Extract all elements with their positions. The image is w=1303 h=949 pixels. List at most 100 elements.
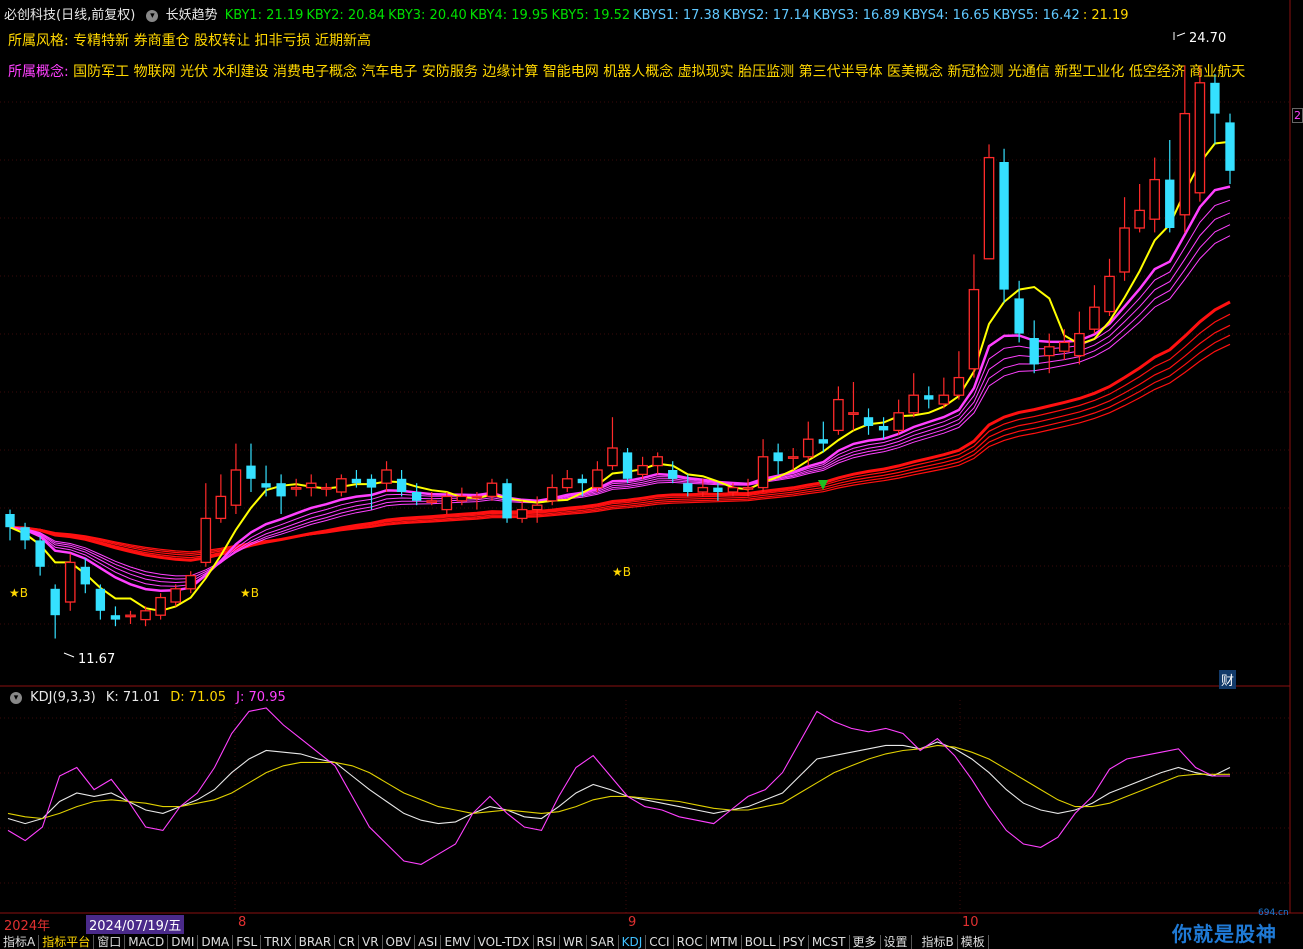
- tab-item[interactable]: WR: [560, 935, 588, 949]
- tab-item[interactable]: ROC: [674, 935, 707, 949]
- stock-title[interactable]: 必创科技(日线,前复权): [4, 8, 135, 23]
- tab-item[interactable]: 窗口: [94, 935, 126, 949]
- kby-value: KBYS2: 17.14: [723, 8, 811, 23]
- right-badge: 2: [1292, 108, 1303, 123]
- candle-body: [938, 394, 950, 405]
- candle-body: [502, 483, 512, 519]
- tab-item[interactable]: MACD: [125, 935, 169, 949]
- candle-body: [1059, 341, 1070, 352]
- watermark-text: 你就是股神: [1172, 922, 1277, 946]
- candle-body: [486, 482, 498, 498]
- month-9-label: 9: [628, 915, 637, 930]
- candle-body: [471, 495, 483, 499]
- watermark-site: 694.cn: [1258, 908, 1289, 918]
- candle-body: [261, 483, 271, 488]
- style-values: 专精特新 券商重仓 股权转让 扣非亏损 近期新高: [73, 33, 371, 49]
- candle-body: [983, 156, 995, 260]
- tab-item[interactable]: VOL-TDX: [475, 935, 534, 949]
- tab-item[interactable]: VR: [359, 935, 383, 949]
- candle-body: [20, 527, 30, 541]
- header-bar: 必创科技(日线,前复权) ▾ 长妖趋势 KBY1: 21.19 KBY2: 20.…: [4, 8, 1135, 24]
- tab-item[interactable]: CR: [335, 935, 359, 949]
- candle-body: [35, 540, 45, 567]
- concept-label: 所属概念:: [8, 64, 69, 80]
- candle-body: [411, 492, 422, 501]
- tab-item[interactable]: DMI: [168, 935, 199, 949]
- candle-body: [246, 465, 256, 479]
- kdj-title[interactable]: KDJ(9,3,3): [30, 690, 96, 705]
- candle-body: [607, 447, 618, 467]
- indicator-title[interactable]: 长妖趋势: [166, 8, 218, 23]
- candle-body: [320, 486, 332, 490]
- candle-body: [5, 514, 15, 528]
- candle-body: [125, 614, 136, 618]
- tab-item[interactable]: TRIX: [261, 935, 296, 949]
- tab-item[interactable]: DMA: [198, 935, 234, 949]
- tab-item[interactable]: ASI: [415, 935, 442, 949]
- buy-signal-2: ★B: [240, 586, 259, 600]
- tab-item[interactable]: KDJ: [619, 935, 647, 949]
- candle-body: [351, 478, 362, 484]
- tab-item[interactable]: FSL: [233, 935, 262, 949]
- candle-body: [908, 394, 920, 414]
- candle-body: [787, 456, 799, 459]
- tab-item[interactable]: OBV: [383, 935, 416, 949]
- candle-body: [668, 470, 678, 479]
- tab-item[interactable]: 指标平台: [39, 935, 95, 949]
- candle-body: [200, 517, 212, 564]
- tab-item[interactable]: SAR: [587, 935, 619, 949]
- tab-item[interactable]: 指标A: [0, 935, 40, 949]
- candle-body: [802, 438, 814, 458]
- tab-item[interactable]: 更多: [850, 935, 881, 949]
- tab-item[interactable]: RSI: [534, 935, 561, 949]
- tab-item[interactable]: MCST: [809, 935, 850, 949]
- kdj-settings-icon[interactable]: ▾: [10, 691, 22, 704]
- candle-body: [80, 566, 90, 585]
- candle-body: [396, 478, 407, 492]
- candle-body: [848, 412, 859, 415]
- buy-signal-1: ★B: [9, 586, 28, 600]
- candle-body: [863, 417, 874, 426]
- tab-item[interactable]: PSY: [780, 935, 809, 949]
- candle-body: [215, 495, 227, 520]
- tab-item[interactable]: BOLL: [742, 935, 780, 949]
- candle-body: [1149, 178, 1161, 220]
- tab-item[interactable]: CCI: [646, 935, 674, 949]
- candle-body: [155, 596, 166, 616]
- candle-body: [1119, 227, 1130, 273]
- candle-body: [276, 483, 286, 497]
- candle-body: [742, 486, 754, 490]
- style-row: 所属风格: 专精特新 券商重仓 股权转让 扣非亏损 近期新高: [8, 33, 371, 49]
- kby-values: KBY1: 21.19 KBY2: 20.84 KBY3: 20.40 KBY4: 1…: [225, 8, 1132, 23]
- candle-body: [637, 464, 648, 476]
- candle-body: [818, 439, 829, 444]
- candle-body: [999, 162, 1009, 290]
- candle-body: [622, 452, 633, 479]
- tab-item[interactable]: EMV: [441, 935, 475, 949]
- candle-body: [1043, 346, 1055, 357]
- candle-body: [833, 398, 844, 432]
- settings-circle-icon[interactable]: ▾: [146, 9, 159, 22]
- month-10-label: 10: [962, 915, 979, 930]
- candle-body: [366, 478, 377, 488]
- candle-body: [336, 478, 347, 493]
- candle-body: [290, 486, 302, 490]
- tab-item[interactable]: 设置: [881, 935, 912, 949]
- tab-item[interactable]: BRAR: [296, 935, 336, 949]
- candle-body: [441, 495, 453, 511]
- candle-body: [230, 469, 242, 506]
- kby-value: KBY1: 21.19: [224, 8, 304, 23]
- kby-value: KBYS3: 16.89: [813, 8, 900, 23]
- tab-item[interactable]: 模板: [958, 935, 989, 949]
- kdj-d-value: D: 71.05: [170, 690, 227, 705]
- tab-item[interactable]: 指标B: [919, 935, 958, 949]
- candle-body: [1179, 112, 1191, 216]
- kdj-k-value: K: 71.01: [105, 690, 161, 705]
- candle-body: [924, 395, 934, 400]
- kby-value: KBY4: 19.95: [469, 8, 549, 23]
- kby-value: KBYS1: 17.38: [633, 8, 721, 23]
- finance-badge[interactable]: 财: [1219, 670, 1237, 689]
- candle-body: [683, 483, 693, 492]
- tab-item[interactable]: MTM: [707, 935, 742, 949]
- candle-body: [516, 508, 528, 520]
